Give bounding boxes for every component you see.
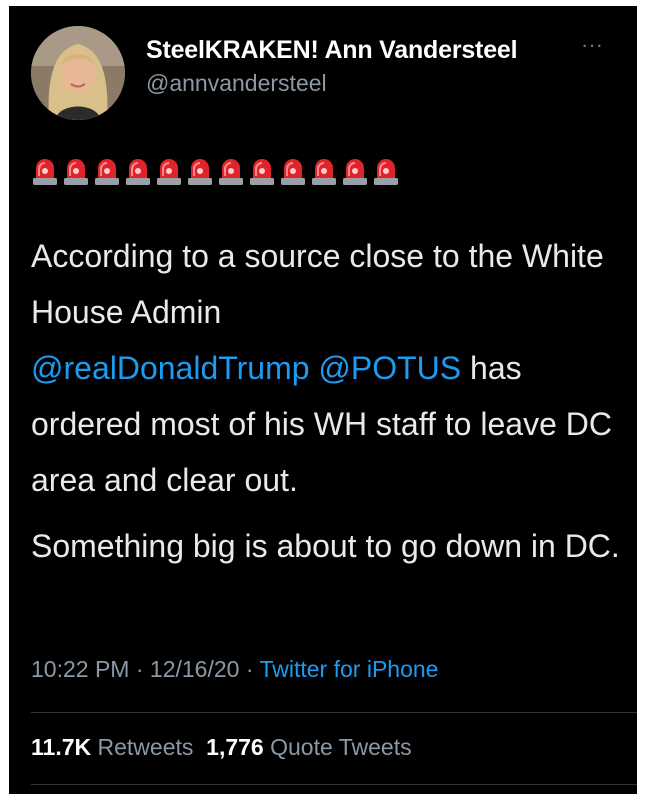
quote-tweets-count: 1,776 [206, 734, 264, 760]
more-options-icon[interactable]: ··· [581, 34, 603, 56]
divider [31, 784, 637, 785]
avatar-image [31, 26, 125, 120]
tweet-meta: 10:22 PM · 12/16/20 · Twitter for iPhone [31, 656, 438, 683]
tweet-date[interactable]: 12/16/20 [150, 656, 240, 682]
divider [31, 712, 637, 713]
meta-separator: · [245, 656, 254, 682]
retweets-count: 11.7K [31, 734, 92, 760]
quote-tweets-stat[interactable]: 1,776 Quote Tweets [206, 734, 411, 760]
police-siren-emoji [250, 159, 274, 185]
display-name[interactable]: SteelKRAKEN! Ann Vandersteel [146, 36, 518, 65]
quote-tweets-label: Quote Tweets [270, 734, 412, 760]
emoji-row [31, 156, 400, 186]
police-siren-emoji [188, 159, 212, 185]
tweet-source-link[interactable]: Twitter for iPhone [259, 656, 438, 682]
tweet-stats: 11.7K Retweets 1,776 Quote Tweets [31, 734, 412, 761]
police-siren-emoji [312, 159, 336, 185]
tweet-text: According to a source close to the White… [31, 228, 629, 574]
tweet-paragraph-2: Something big is about to go down in DC. [31, 528, 620, 564]
police-siren-emoji [374, 159, 398, 185]
tweet-paragraph-1: According to a source close to the White… [31, 228, 629, 508]
mention-realdonaldtrump[interactable]: @realDonaldTrump [31, 350, 310, 386]
tweet-time[interactable]: 10:22 PM [31, 656, 129, 682]
police-siren-emoji [126, 159, 150, 185]
police-siren-emoji [219, 159, 243, 185]
avatar[interactable] [31, 26, 125, 120]
police-siren-emoji [157, 159, 181, 185]
police-siren-emoji [33, 159, 57, 185]
tweet-text-intro: According to a source close to the White… [31, 238, 604, 330]
tweet-card: SteelKRAKEN! Ann Vandersteel ··· @annvan… [9, 6, 637, 794]
retweets-stat[interactable]: 11.7K Retweets [31, 734, 193, 760]
police-siren-emoji [281, 159, 305, 185]
police-siren-emoji [64, 159, 88, 185]
mention-potus[interactable]: @POTUS [318, 350, 461, 386]
meta-separator: · [135, 656, 144, 682]
retweets-label: Retweets [97, 734, 194, 760]
user-handle[interactable]: @annvandersteel [146, 70, 327, 97]
police-siren-emoji [95, 159, 119, 185]
police-siren-emoji [343, 159, 367, 185]
